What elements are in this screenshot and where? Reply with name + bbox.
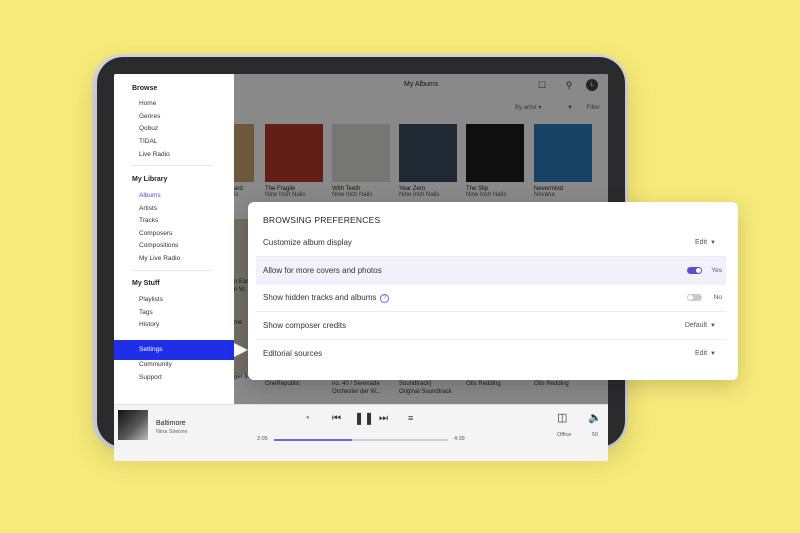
volume-level[interactable]: 50 <box>592 432 598 438</box>
settings-pointer-arrow <box>234 343 248 357</box>
progress-bar[interactable] <box>274 439 448 441</box>
volume-icon[interactable]: 🔈 <box>588 411 602 424</box>
sidebar-item-tags[interactable]: Tags <box>139 309 153 316</box>
panel-title: BROWSING PREFERENCES <box>263 215 381 225</box>
pref-dropdown[interactable]: Default ▼ <box>685 322 716 329</box>
pref-value: Edit <box>694 350 708 357</box>
now-playing-bar: Baltimore Nina Simone ● ⏮ ❚❚ ⏭ ≡ 2:05 4:… <box>114 404 608 461</box>
queue-icon[interactable]: ≡ <box>408 413 413 423</box>
progress-fill <box>274 439 353 441</box>
caret-down-icon: ▼ <box>710 351 716 357</box>
duration-time: 4:39 <box>454 436 465 442</box>
sidebar-item-home[interactable]: Home <box>139 100 156 107</box>
pref-label: Editorial sources <box>263 349 323 358</box>
divider <box>132 165 212 166</box>
now-playing-title[interactable]: Baltimore <box>156 420 186 427</box>
pref-row-editorial-sources[interactable]: Editorial sources Edit ▼ <box>256 340 726 368</box>
pref-value: Edit <box>694 239 708 246</box>
sidebar-item-albums[interactable]: Albums <box>139 192 161 199</box>
pref-row-customize-album-display[interactable]: Customize album display Edit ▼ <box>256 229 726 257</box>
next-icon[interactable]: ⏭ <box>379 413 388 424</box>
toggle-value: Yes <box>711 267 722 274</box>
caret-down-icon: ▼ <box>710 323 716 329</box>
sidebar-item-tidal[interactable]: TIDAL <box>139 138 157 145</box>
section-title-library: My Library <box>132 176 168 183</box>
sidebar-item-history[interactable]: History <box>139 321 159 328</box>
toggle-switch[interactable] <box>687 294 702 301</box>
radio-indicator-icon[interactable]: ● <box>306 415 310 421</box>
sidebar-item-live-radio[interactable]: Live Radio <box>139 151 170 158</box>
toggle-switch[interactable] <box>687 267 702 274</box>
toggle-knob <box>696 268 701 273</box>
sidebar-item-label: Settings <box>139 346 163 353</box>
pref-dropdown[interactable]: Edit ▼ <box>695 350 716 357</box>
sidebar-item-community[interactable]: Community <box>139 361 172 368</box>
pause-icon[interactable]: ❚❚ <box>354 411 374 425</box>
previous-icon[interactable]: ⏮ <box>332 413 341 424</box>
sidebar-item-settings[interactable]: Settings <box>114 340 234 360</box>
pref-label-wrap: Show hidden tracks and albums? <box>263 293 390 303</box>
sidebar-item-composers[interactable]: Composers <box>139 230 172 237</box>
sidebar-item-qobuz[interactable]: Qobuz <box>139 125 158 132</box>
pref-row-composer-credits[interactable]: Show composer credits Default ▼ <box>256 312 726 340</box>
now-playing-artist[interactable]: Nina Simone <box>156 429 188 435</box>
now-playing-cover[interactable] <box>118 410 148 440</box>
pref-dropdown[interactable]: Edit ▼ <box>695 239 716 246</box>
pref-value: Default <box>684 322 708 329</box>
sidebar-item-artists[interactable]: Artists <box>139 205 157 212</box>
pref-label: Show hidden tracks and albums <box>263 293 377 302</box>
sidebar: Browse Home Genres Qobuz TIDAL Live Radi… <box>114 74 234 404</box>
pref-label: Show composer credits <box>263 321 347 330</box>
pref-row-hidden-tracks[interactable]: Show hidden tracks and albums? No <box>256 284 726 312</box>
help-icon[interactable]: ? <box>380 294 390 303</box>
divider <box>132 270 212 271</box>
zone-label[interactable]: Office <box>557 432 571 438</box>
browsing-preferences-panel: BROWSING PREFERENCES Customize album dis… <box>248 202 738 380</box>
sidebar-item-genres[interactable]: Genres <box>139 113 160 120</box>
sidebar-item-playlists[interactable]: Playlists <box>139 296 163 303</box>
pref-label: Allow for more covers and photos <box>263 266 382 275</box>
section-title-browse: Browse <box>132 85 158 92</box>
sidebar-item-my-live-radio[interactable]: My Live Radio <box>139 255 180 262</box>
toggle-knob <box>688 295 693 300</box>
sidebar-item-tracks[interactable]: Tracks <box>139 217 158 224</box>
toggle-value: No <box>713 294 722 301</box>
caret-down-icon: ▼ <box>710 240 716 246</box>
speaker-zone-icon[interactable]: ◫ <box>557 411 567 424</box>
pref-row-more-covers[interactable]: Allow for more covers and photos Yes <box>256 257 726 285</box>
sidebar-item-support[interactable]: Support <box>139 374 162 381</box>
elapsed-time: 2:05 <box>257 436 268 442</box>
section-title-stuff: My Stuff <box>132 280 160 287</box>
pref-label: Customize album display <box>263 238 352 247</box>
sidebar-item-compositions[interactable]: Compositions <box>139 242 178 249</box>
